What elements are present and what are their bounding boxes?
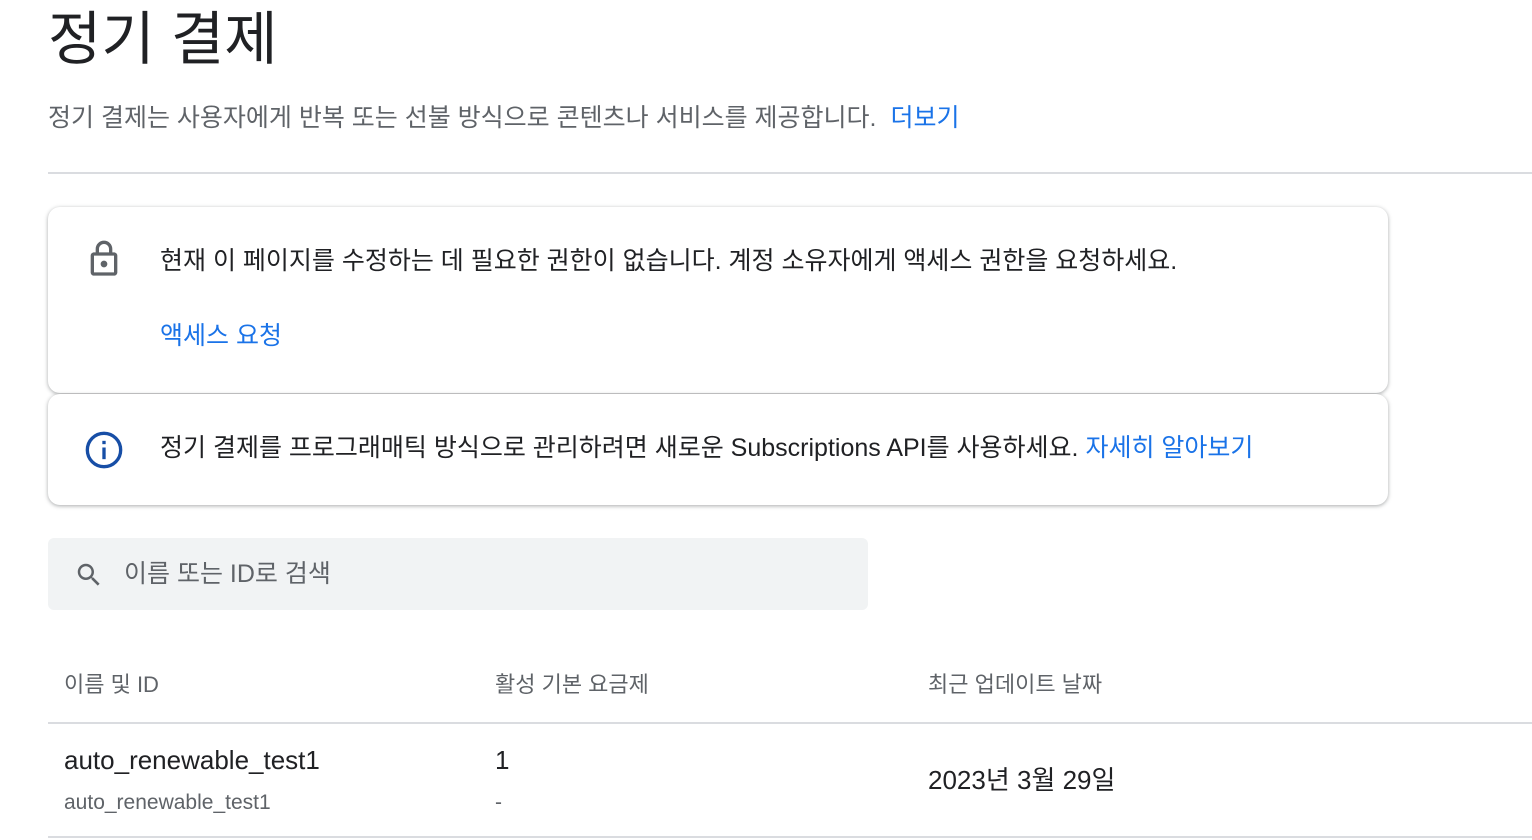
api-message-text: 정기 결제를 프로그래매틱 방식으로 관리하려면 새로운 Subscriptio… — [160, 434, 1079, 462]
permission-message: 현재 이 페이지를 수정하는 데 필요한 권한이 없습니다. 계정 소유자에게 … — [160, 247, 1178, 275]
subscription-id: auto_renewable_test1 — [64, 791, 271, 814]
subscription-name: auto_renewable_test1 — [64, 745, 320, 775]
page-description: 정기 결제는 사용자에게 반복 또는 선불 방식으로 콘텐츠나 서비스를 제공합… — [48, 100, 959, 136]
table-row-divider — [48, 836, 1532, 838]
column-header-last-updated[interactable]: 최근 업데이트 날짜 — [928, 670, 1102, 700]
request-access-button[interactable]: 액세스 요청 — [160, 318, 282, 354]
header-divider — [48, 172, 1532, 174]
api-notice-card: 정기 결제를 프로그래매틱 방식으로 관리하려면 새로운 Subscriptio… — [48, 394, 1388, 505]
permission-notice-card: 현재 이 페이지를 수정하는 데 필요한 권한이 없습니다. 계정 소유자에게 … — [48, 207, 1388, 393]
lock-icon — [90, 240, 118, 276]
api-learn-more-link[interactable]: 자세히 알아보기 — [1085, 434, 1253, 462]
search-icon — [77, 563, 100, 586]
active-base-plans-detail: - — [495, 791, 502, 814]
column-header-active-base-plans[interactable]: 활성 기본 요금제 — [495, 670, 649, 700]
last-updated-date: 2023년 3월 29일 — [928, 765, 1116, 795]
page-description-text: 정기 결제는 사용자에게 반복 또는 선불 방식으로 콘텐츠나 서비스를 제공합… — [48, 104, 877, 132]
column-header-name-id[interactable]: 이름 및 ID — [64, 670, 159, 700]
table-row[interactable]: auto_renewable_test1 auto_renewable_test… — [48, 724, 1532, 838]
api-message: 정기 결제를 프로그래매틱 방식으로 관리하려면 새로운 Subscriptio… — [160, 430, 1253, 466]
learn-more-link[interactable]: 더보기 — [890, 104, 959, 132]
search-input[interactable] — [124, 552, 844, 596]
subscriptions-page: 정기 결제 정기 결제는 사용자에게 반복 또는 선불 방식으로 콘텐츠나 서비… — [0, 0, 1532, 840]
page-title: 정기 결제 — [48, 7, 278, 72]
info-icon — [85, 431, 123, 469]
active-base-plans-count: 1 — [495, 745, 510, 775]
search-box[interactable] — [48, 538, 868, 610]
